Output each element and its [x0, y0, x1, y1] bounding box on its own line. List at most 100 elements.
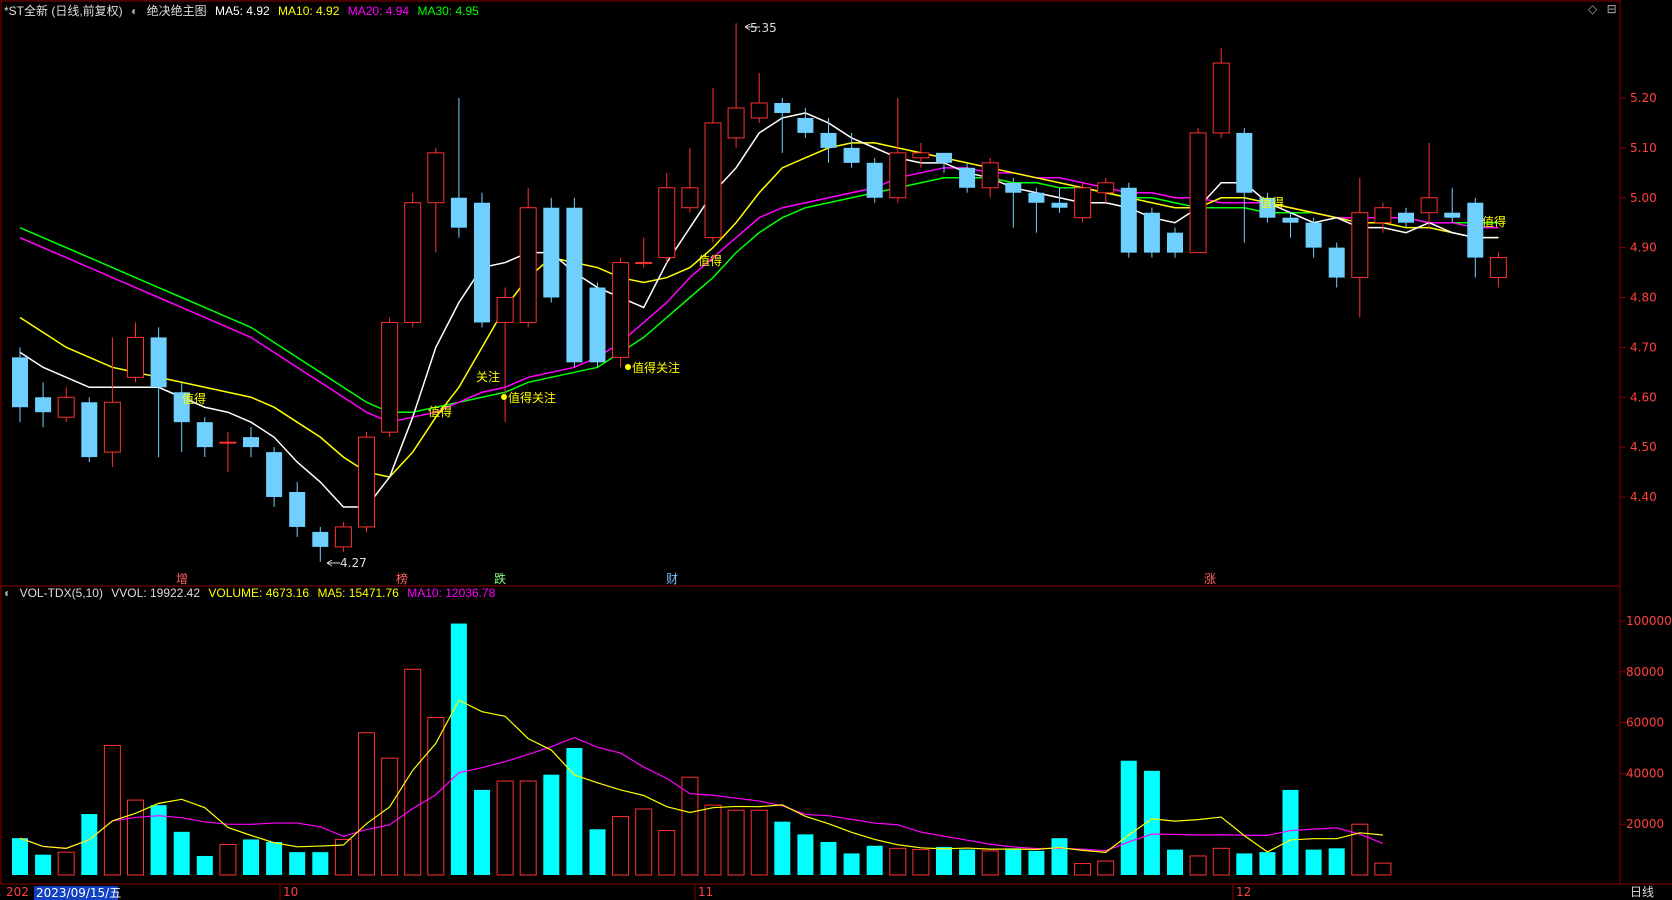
volume-bar — [103, 744, 121, 876]
period-label[interactable]: 日线 — [1630, 885, 1654, 899]
signal-dot — [625, 364, 631, 370]
candle-body — [658, 187, 676, 259]
volume-tick-label: 60000 — [1626, 716, 1664, 730]
volume-bar — [450, 623, 467, 875]
candle-body — [1420, 197, 1438, 214]
volume-bar — [243, 839, 259, 875]
volume-bar — [820, 841, 837, 875]
signal-dot — [501, 394, 507, 400]
volume-bar — [1374, 862, 1392, 876]
candle-body — [1444, 212, 1461, 218]
candle-body — [820, 132, 837, 148]
candle-body — [404, 202, 422, 323]
price-axis: 5.20 5.10 5.00 4.90 4.80 4.70 4.60 4.50 4.40 — [1620, 91, 1657, 504]
candle-body — [1189, 132, 1207, 254]
volume-bar — [358, 732, 375, 876]
candle-body — [889, 152, 907, 199]
candle-body — [566, 207, 583, 363]
candle-body — [1328, 247, 1345, 278]
price-tick-label: 4.70 — [1630, 340, 1657, 354]
candle-body — [589, 287, 606, 363]
volume-bar — [35, 854, 52, 875]
candle-body — [1120, 187, 1137, 253]
high-marker: 5.35 — [750, 21, 777, 35]
candle-body — [450, 197, 467, 228]
ma10-line — [19, 142, 1499, 478]
volume-bar — [727, 809, 745, 876]
date-left-partial: 202 — [6, 885, 29, 899]
candle-body — [1028, 192, 1045, 203]
signal-label: 值得关注 — [508, 390, 556, 405]
stock-chart[interactable]: 5.20 5.10 5.00 4.90 4.80 4.70 4.60 4.50 4.40 100… — [0, 0, 1672, 900]
price-tick-label: 5.00 — [1630, 191, 1657, 205]
volume-bar — [12, 838, 28, 875]
signal-label: 值得 — [1260, 195, 1284, 210]
candle-body — [1143, 212, 1160, 253]
month-label: 10 — [283, 885, 298, 899]
event-tag[interactable]: 增 — [176, 572, 188, 586]
volume-bar — [519, 780, 537, 876]
event-tag[interactable]: 跌 — [494, 571, 506, 586]
month-label: 12 — [1236, 885, 1251, 899]
volume-ma-line — [19, 699, 1383, 854]
candle-body — [727, 107, 745, 139]
signal-label: 值得 — [1482, 214, 1506, 229]
candle-body — [959, 167, 976, 188]
volume-tick-label: 20000 — [1626, 817, 1664, 831]
candle-body — [1489, 257, 1507, 279]
volume-bar — [496, 780, 514, 876]
event-tag[interactable]: 涨 — [1204, 571, 1216, 586]
candle-body — [496, 297, 514, 323]
event-tag[interactable]: 财 — [666, 572, 678, 586]
volume-bar — [866, 845, 883, 875]
candle-body — [936, 152, 952, 163]
volume-bar — [1282, 789, 1299, 875]
volume-bar — [543, 774, 560, 875]
signal-label: 值得 — [182, 391, 206, 406]
volume-bar — [1305, 849, 1322, 875]
price-tick-label: 5.20 — [1630, 91, 1657, 105]
candle-body — [427, 152, 445, 204]
candle-body — [1212, 62, 1230, 134]
volume-bar — [1028, 850, 1045, 875]
volume-bar — [959, 849, 976, 875]
candle-body — [474, 202, 490, 323]
price-tick-label: 4.50 — [1630, 440, 1657, 454]
volume-bar — [1167, 849, 1183, 875]
candle-body — [519, 207, 537, 323]
volume-bar — [427, 717, 445, 876]
volume-bar — [1097, 860, 1115, 876]
candle-body — [103, 401, 121, 453]
low-marker: 4.27 — [340, 556, 367, 570]
price-tick-label: 4.60 — [1630, 390, 1657, 404]
candle-body — [266, 452, 283, 497]
signal-label: 值得 — [428, 404, 452, 419]
volume-bar — [612, 816, 630, 876]
volume-bar — [266, 841, 283, 875]
volume-bar — [312, 852, 329, 875]
event-tag[interactable]: 榜 — [396, 571, 408, 586]
candle-body — [1351, 212, 1369, 279]
candle-body — [704, 122, 722, 239]
volume-bar — [196, 855, 213, 875]
volume-bar — [635, 808, 653, 876]
price-tick-label: 4.90 — [1630, 241, 1657, 255]
volume-axis: 100000 80000 60000 40000 20000 — [1620, 614, 1672, 831]
volume-averages — [19, 699, 1384, 854]
candle-body — [219, 441, 237, 444]
candle-body — [150, 337, 167, 388]
candle-body — [612, 262, 630, 358]
candle-body — [12, 357, 28, 408]
candle-body — [196, 422, 213, 448]
candle-body — [57, 396, 75, 418]
volume-bar — [1005, 848, 1022, 875]
volume-bar — [1259, 852, 1276, 875]
signal-label: 值得 — [698, 253, 722, 268]
volume-bar — [889, 847, 907, 876]
low-marker-arrow — [326, 559, 340, 567]
volume-bar — [566, 748, 583, 875]
volume-tick-label: 80000 — [1626, 665, 1664, 679]
candle-body — [35, 397, 52, 413]
volume-bar — [936, 847, 952, 875]
volume-bars — [12, 623, 1392, 876]
